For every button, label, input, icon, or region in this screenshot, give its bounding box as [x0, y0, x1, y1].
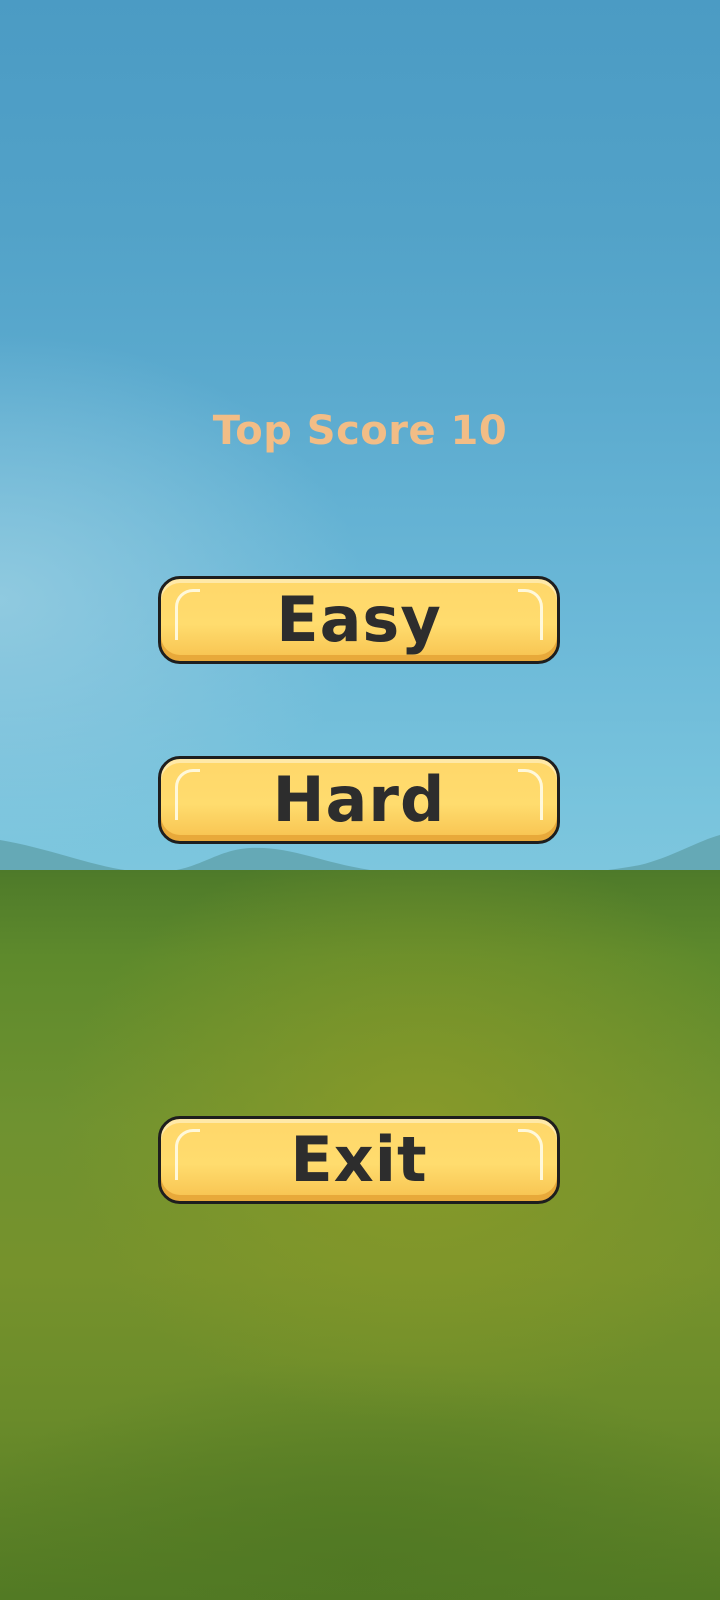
- top-score-text: Top Score 10: [212, 408, 508, 454]
- button-shine: [175, 1129, 200, 1180]
- button-shine: [518, 589, 543, 640]
- button-shine: [518, 1129, 543, 1180]
- hard-button-label: Hard: [272, 763, 446, 836]
- button-shine: [175, 589, 200, 640]
- button-shine: [518, 769, 543, 820]
- grass-field: [0, 870, 720, 1600]
- easy-button[interactable]: Easy: [158, 576, 560, 664]
- exit-button-label: Exit: [290, 1123, 428, 1196]
- hard-button[interactable]: Hard: [158, 756, 560, 844]
- exit-button[interactable]: Exit: [158, 1116, 560, 1204]
- button-shine: [175, 769, 200, 820]
- easy-button-label: Easy: [276, 583, 442, 656]
